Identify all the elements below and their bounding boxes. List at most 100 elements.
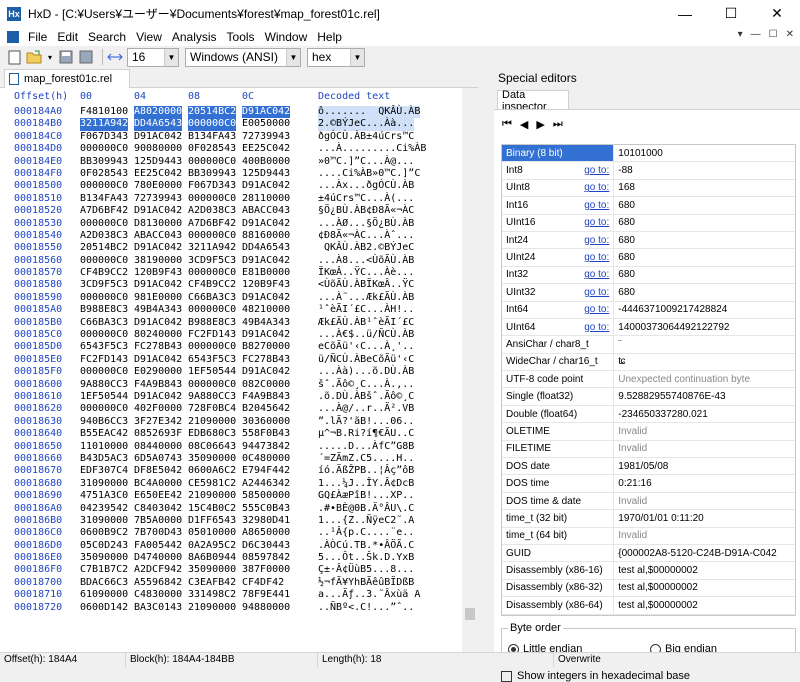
hex-byte-group[interactable]: 35090000 bbox=[80, 552, 128, 564]
decoded-text[interactable]: 1...¼J..ÎY.Â¢DcB bbox=[318, 478, 414, 490]
hex-byte-group[interactable]: FC278B43 bbox=[242, 354, 290, 366]
pane-splitter[interactable] bbox=[478, 68, 494, 652]
hex-byte-group[interactable]: 125D9443 bbox=[134, 156, 182, 168]
hex-byte-group[interactable]: ABACC043 bbox=[134, 230, 182, 242]
hex-byte-group[interactable]: 32980D41 bbox=[242, 515, 290, 527]
decoded-text[interactable]: íó.ÄßŽPB..¦Âç”ôB bbox=[318, 465, 414, 477]
hex-byte-group[interactable]: 082C0000 bbox=[242, 379, 290, 391]
decoded-text[interactable]: ...À€$..ü/ÑCÙ.ÀB bbox=[318, 329, 414, 341]
inspector-row[interactable]: OLETIME Invalid bbox=[502, 423, 795, 441]
hex-byte-group[interactable]: F067D343 bbox=[188, 180, 236, 192]
decoded-text[interactable]: ..¹Â{p.C....¨e.. bbox=[318, 527, 414, 539]
hex-byte-group[interactable]: 981E0000 bbox=[134, 292, 182, 304]
hex-byte-group[interactable]: 0A2A95C2 bbox=[188, 540, 236, 552]
decoded-text[interactable]: ½¬fÃ¥YhBÃêûBÏDßB bbox=[318, 577, 414, 589]
hex-byte-group[interactable]: B988E8C3 bbox=[188, 317, 236, 329]
hex-byte-group[interactable]: 000000C0 bbox=[188, 304, 236, 316]
bytes-per-row-select[interactable]: 16 ▼ bbox=[127, 47, 179, 67]
hex-byte-group[interactable]: C7B1B7C2 bbox=[80, 564, 128, 576]
decoded-text[interactable]: ...ÀØ...§Ö¿BÙ.ÀB bbox=[318, 218, 414, 230]
decoded-text[interactable]: Ç±·Â¢ÜùB5...8... bbox=[318, 564, 414, 576]
inspector-row[interactable]: Int32 go to: 680 bbox=[502, 266, 795, 285]
hex-byte-group[interactable]: 000000C0 bbox=[188, 156, 236, 168]
show-hex-checkbox[interactable]: Show integers in hexadecimal base bbox=[501, 670, 690, 682]
hex-byte-group[interactable]: ABACC043 bbox=[242, 205, 290, 217]
file-tab[interactable]: map_forest01c.rel bbox=[4, 69, 130, 88]
hex-byte-group[interactable]: 000000C0 bbox=[188, 118, 237, 131]
new-file-icon[interactable] bbox=[6, 49, 22, 65]
hex-byte-group[interactable]: 0852693F bbox=[134, 428, 182, 440]
hex-byte-group[interactable]: 6543F5C3 bbox=[188, 354, 236, 366]
dropdown-arrow-icon[interactable]: ▾ bbox=[46, 49, 54, 65]
inspector-field-value[interactable]: Invalid bbox=[614, 443, 795, 454]
hex-byte-group[interactable]: 0C480000 bbox=[242, 453, 290, 465]
hex-byte-group[interactable]: 387F0000 bbox=[242, 564, 290, 576]
hex-byte-group[interactable]: D91AC042 bbox=[242, 106, 291, 119]
decoded-text[interactable]: 1...{Z..ÑÿeC2˜.A bbox=[318, 515, 414, 527]
hex-byte-group[interactable]: 3211A942 bbox=[188, 242, 236, 254]
hex-byte-group[interactable]: CE5981C2 bbox=[188, 478, 236, 490]
mdi-menu-icon[interactable]: ▾ bbox=[738, 29, 743, 40]
hex-byte-group[interactable]: 08C06643 bbox=[188, 441, 236, 453]
inspector-field-value[interactable]: 680 bbox=[614, 217, 795, 228]
hex-byte-group[interactable]: 120B9F43 bbox=[134, 267, 182, 279]
decoded-text[interactable]: ...À@/..r..Ä².VB bbox=[318, 403, 414, 415]
hex-byte-group[interactable]: B8270000 bbox=[242, 341, 290, 353]
goto-link[interactable]: go to: bbox=[584, 165, 609, 176]
hex-byte-group[interactable]: 94473842 bbox=[242, 441, 290, 453]
hex-byte-group[interactable]: 000000C0 bbox=[188, 341, 236, 353]
hex-byte-group[interactable]: A8020000 bbox=[134, 106, 183, 119]
hex-byte-group[interactable]: 780E0000 bbox=[134, 180, 182, 192]
first-icon[interactable]: ⏮ bbox=[502, 118, 512, 131]
inspector-row[interactable]: DOS time 0:21:16 bbox=[502, 475, 795, 493]
hex-byte-group[interactable]: EDB680C3 bbox=[188, 428, 236, 440]
hex-byte-group[interactable]: BA3C0143 bbox=[134, 602, 182, 614]
display-mode-select[interactable]: hex ▼ bbox=[307, 47, 365, 67]
decoded-text[interactable]: ...À8...<ÙõÃÙ.ÀB bbox=[318, 255, 414, 267]
menu-analysis[interactable]: Analysis bbox=[167, 30, 222, 44]
hex-byte-group[interactable]: CF4B9CC2 bbox=[188, 279, 236, 291]
inspector-field-value[interactable]: 0:21:16 bbox=[614, 478, 795, 489]
hex-byte-group[interactable]: F067D343 bbox=[80, 131, 128, 143]
inspector-field-value[interactable]: -88 bbox=[614, 165, 795, 176]
decoded-text[interactable]: ¢Ð8Ã«¬ÀC...Àˆ... bbox=[318, 230, 414, 242]
vertical-scrollbar[interactable] bbox=[462, 88, 478, 652]
hex-byte-group[interactable]: CF4B9CC2 bbox=[80, 267, 128, 279]
hex-byte-group[interactable]: EE25C042 bbox=[242, 143, 290, 155]
inspector-row[interactable]: Int8 go to: -88 bbox=[502, 162, 795, 180]
hex-byte-group[interactable]: D8130000 bbox=[134, 218, 182, 230]
hex-byte-group[interactable]: 21090000 bbox=[188, 416, 236, 428]
hex-byte-group[interactable]: 000000C0 bbox=[80, 366, 128, 378]
hex-byte-group[interactable]: 30360000 bbox=[242, 416, 290, 428]
hex-byte-group[interactable]: 0600A6C2 bbox=[188, 465, 236, 477]
hex-byte-group[interactable]: D4740000 bbox=[134, 552, 182, 564]
hex-byte-group[interactable]: F4A9B843 bbox=[242, 391, 290, 403]
hex-byte-group[interactable]: D91AC042 bbox=[134, 205, 182, 217]
hex-byte-group[interactable]: 7B5A0000 bbox=[134, 515, 182, 527]
hex-byte-group[interactable]: 1EF50544 bbox=[188, 366, 236, 378]
decoded-text[interactable]: ô....... QKÂÙ.ÀB bbox=[318, 106, 421, 119]
hex-byte-group[interactable]: F4A9B843 bbox=[134, 379, 182, 391]
inspector-row[interactable]: UInt32 go to: 680 bbox=[502, 284, 795, 302]
hex-byte-group[interactable]: 05010000 bbox=[188, 527, 236, 539]
hex-byte-group[interactable]: BDAC66C3 bbox=[80, 577, 128, 589]
hex-byte-group[interactable]: 20514BC2 bbox=[188, 106, 237, 119]
hex-byte-group[interactable]: D91AC042 bbox=[242, 329, 290, 341]
decoded-text[interactable]: ¹ˆèÃI´£C...ÀH!.. bbox=[318, 304, 414, 316]
inspector-row[interactable]: FILETIME Invalid bbox=[502, 440, 795, 459]
decoded-text[interactable]: ..ÑBº<.C!...”ˆ.. bbox=[318, 602, 414, 614]
inspector-field-value[interactable]: ¨ bbox=[614, 339, 795, 350]
hex-byte-group[interactable]: DF8E5042 bbox=[134, 465, 182, 477]
hex-byte-group[interactable]: BB309943 bbox=[80, 156, 128, 168]
hex-byte-group[interactable]: 3CD9F5C3 bbox=[188, 255, 236, 267]
hex-byte-group[interactable]: 9A880CC3 bbox=[80, 379, 128, 391]
inspector-field-value[interactable]: 168 bbox=[614, 182, 795, 193]
close-button[interactable]: ✕ bbox=[754, 0, 800, 27]
charset-select[interactable]: Windows (ANSI) ▼ bbox=[185, 47, 301, 67]
hex-byte-group[interactable]: 31090000 bbox=[80, 515, 128, 527]
inspector-field-value[interactable]: 680 bbox=[614, 235, 795, 246]
hex-byte-group[interactable]: 4751A3C0 bbox=[80, 490, 128, 502]
document-menu-icon[interactable] bbox=[7, 30, 19, 43]
hex-byte-group[interactable]: C66BA3C3 bbox=[80, 317, 128, 329]
mdi-minimize-icon[interactable]: — bbox=[751, 29, 761, 40]
